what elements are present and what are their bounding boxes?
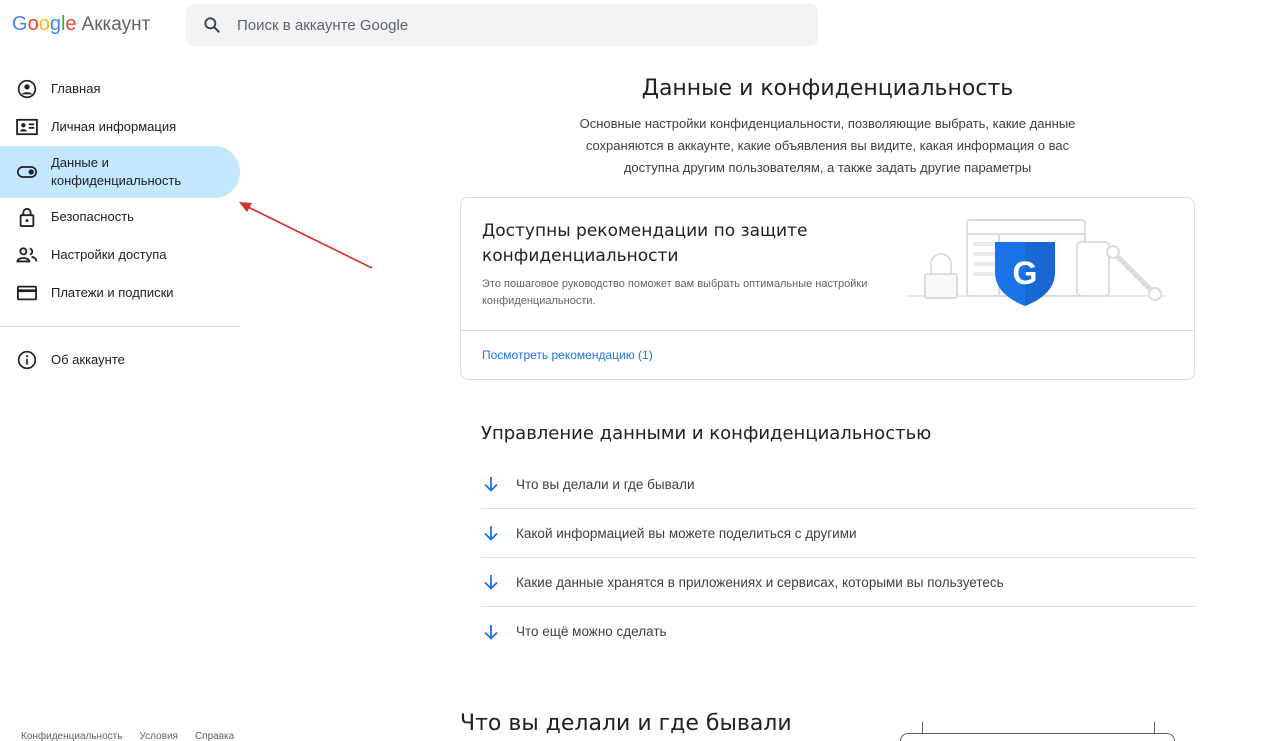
search-bar[interactable]: Поиск в аккаунте Google (186, 4, 818, 46)
privacy-recommendation-card: Доступны рекомендации по защите конфиден… (460, 197, 1195, 380)
sidebar-item-label: Платежи и подписки (51, 285, 174, 300)
info-icon (16, 349, 38, 371)
card-title: Доступны рекомендации по защите конфиден… (482, 221, 808, 266)
sidebar-item-label: Об аккаунте (51, 352, 125, 367)
manage-list: Что вы делали и где бывали Какой информа… (481, 460, 1195, 656)
footer-link-privacy[interactable]: Конфиденциальность (21, 731, 122, 741)
lock-icon (16, 206, 38, 228)
privacy-shield-illustration: G (906, 219, 1166, 306)
card-divider (461, 330, 1194, 331)
sidebar-nav: Главная Личная информация Данные и конфи… (0, 70, 240, 379)
list-item-label: Какие данные хранятся в приложениях и се… (516, 574, 1004, 590)
footer-link-terms[interactable]: Условия (139, 731, 178, 741)
id-card-icon (16, 116, 38, 138)
list-item-label: Что ещё можно сделать (516, 624, 667, 639)
sidebar-item-label: Личная информация (51, 119, 177, 134)
sidebar-item-personal-info[interactable]: Личная информация (0, 108, 240, 146)
activity-illustration (900, 722, 1175, 741)
page-title: Данные и конфиденциальность (641, 76, 1014, 101)
account-circle-icon (16, 78, 38, 100)
list-item-label: Что вы делали и где бывали (516, 476, 695, 492)
search-icon[interactable] (202, 15, 222, 35)
people-icon (16, 244, 38, 266)
sidebar-item-security[interactable]: Безопасность (0, 198, 240, 236)
arrow-down-icon (481, 572, 501, 592)
arrow-down-icon (481, 622, 501, 642)
list-item[interactable]: Какие данные хранятся в приложениях и се… (481, 558, 1195, 607)
list-item[interactable]: Что вы делали и где бывали (481, 460, 1195, 509)
shield-badge-letter: G (1013, 255, 1038, 291)
sidebar-item-label: Безопасность (51, 209, 134, 224)
sidebar-item-sharing[interactable]: Настройки доступа (0, 236, 240, 274)
product-name: Аккаунт (81, 14, 151, 35)
arrow-down-icon (481, 474, 501, 494)
toggle-icon (16, 161, 38, 183)
page-description: Основные настройки конфиденциальности, п… (579, 116, 1076, 175)
sidebar-divider (0, 326, 240, 327)
card-description: Это пошаговое руководство поможет вам вы… (482, 278, 868, 307)
illustration-line (922, 722, 923, 734)
search-input[interactable]: Поиск в аккаунте Google (237, 17, 408, 34)
sidebar-item-about[interactable]: Об аккаунте (0, 341, 240, 379)
arrow-down-icon (481, 523, 501, 543)
sidebar-item-label: Настройки доступа (51, 247, 167, 262)
top-bar: Google Аккаунт Поиск в аккаунте Google (0, 0, 1280, 52)
google-account-logo[interactable]: Google Аккаунт (12, 13, 150, 36)
view-recommendation-link[interactable]: Посмотреть рекомендацию (1) (482, 348, 653, 362)
activity-section-title: Что вы делали и где бывали (460, 711, 792, 736)
list-item[interactable]: Какой информацией вы можете поделиться с… (481, 509, 1195, 558)
list-item-label: Какой информацией вы можете поделиться с… (516, 525, 857, 541)
sidebar-item-home[interactable]: Главная (0, 70, 240, 108)
footer-links: Конфиденциальность Условия Справка (21, 731, 234, 741)
sidebar-item-data-privacy[interactable]: Данные и конфиденциальность (0, 146, 240, 198)
footer-link-help[interactable]: Справка (195, 731, 234, 741)
sidebar-item-payments[interactable]: Платежи и подписки (0, 274, 240, 312)
illustration-line (1154, 722, 1155, 734)
sidebar-item-label: Главная (51, 81, 101, 96)
manage-section-title: Управление данными и конфиденциальностью (481, 423, 932, 444)
credit-card-icon (16, 282, 38, 304)
sidebar-item-label: Данные и конфиденциальность (51, 155, 182, 188)
list-item[interactable]: Что ещё можно сделать (481, 607, 1195, 656)
